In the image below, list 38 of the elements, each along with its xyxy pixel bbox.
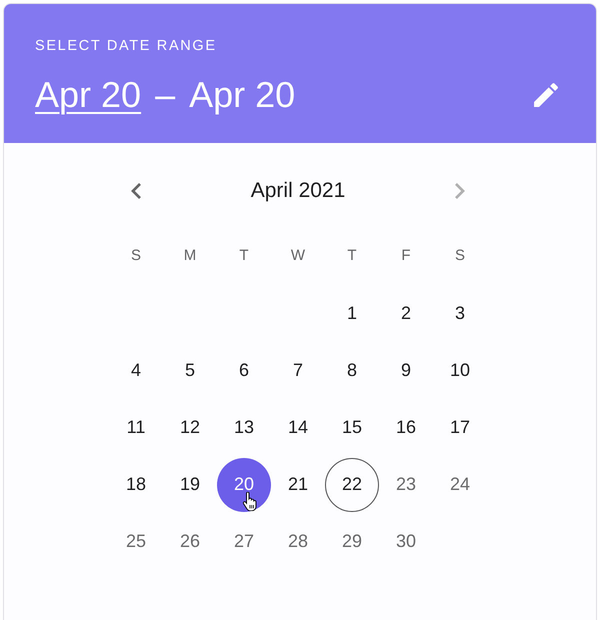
hand-pointer-icon (243, 492, 257, 511)
calendar-day[interactable]: 11 (109, 400, 163, 454)
calendar-day[interactable]: 5 (163, 344, 217, 398)
calendar-day[interactable]: 4 (109, 344, 163, 398)
date-range-field[interactable]: Apr 20 (35, 73, 142, 117)
calendar-day[interactable]: 20 (217, 458, 271, 512)
chevron-right-icon (455, 183, 465, 199)
calendar-day[interactable]: 10 (433, 344, 487, 398)
month-title: April 2021 (250, 178, 346, 204)
date-range-field[interactable]: Apr 20 (189, 73, 296, 117)
calendar-day[interactable]: 17 (433, 400, 487, 454)
calendar-day[interactable]: 15 (325, 400, 379, 454)
calendar-day[interactable]: 7 (271, 344, 325, 398)
calendar-day[interactable]: 14 (271, 400, 325, 454)
chevron-left-icon (131, 183, 141, 199)
calendar-day[interactable]: 6 (217, 344, 271, 398)
range-separator: – (155, 73, 176, 117)
calendar-day[interactable]: 16 (379, 400, 433, 454)
calendar-day[interactable]: 1 (325, 286, 379, 340)
weekday-label: S (454, 246, 465, 266)
calendar-day[interactable]: 21 (271, 458, 325, 512)
calendar-day[interactable]: 19 (163, 458, 217, 512)
header-title: SELECT DATE RANGE (35, 37, 217, 55)
calendar-day[interactable]: 3 (433, 286, 487, 340)
weekday-label: W (290, 246, 306, 266)
calendar-day[interactable]: 9 (379, 344, 433, 398)
pencil-icon (534, 83, 558, 107)
weekday-label: M (184, 246, 196, 266)
weekday-label: T (239, 246, 249, 266)
calendar-day[interactable]: 12 (163, 400, 217, 454)
calendar-day[interactable]: 8 (325, 344, 379, 398)
weekday-label: S (130, 246, 141, 266)
calendar-day[interactable]: 18 (109, 458, 163, 512)
weekday-label: T (347, 246, 357, 266)
weekday-label: F (401, 246, 411, 266)
calendar-day[interactable]: 13 (217, 400, 271, 454)
calendar-day[interactable]: 2 (379, 286, 433, 340)
calendar-day[interactable]: 22 (325, 458, 379, 512)
